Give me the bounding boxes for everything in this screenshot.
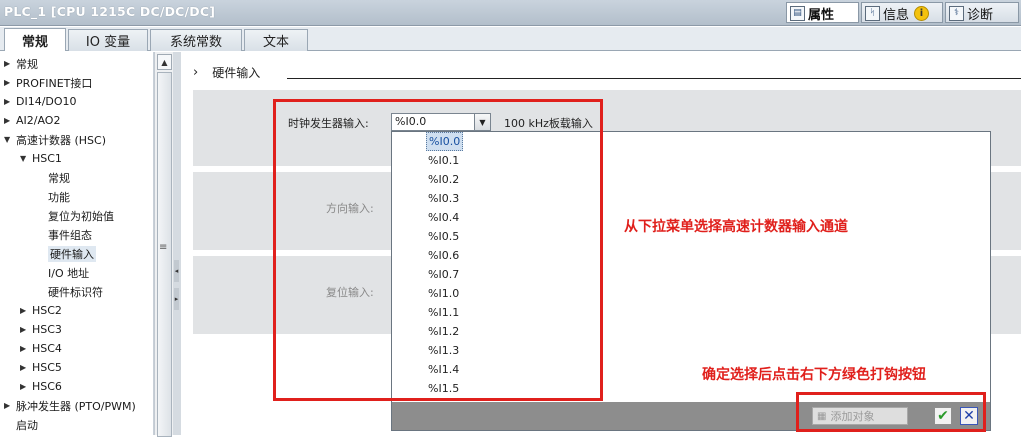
collapsed-icon[interactable]: ▶ (4, 78, 16, 87)
tree-item-label: HSC1 (32, 152, 62, 165)
collapse-left-icon[interactable]: ◂ (174, 260, 179, 282)
scroll-thumb[interactable] (157, 72, 172, 437)
scroll-up-icon[interactable]: ▲ (157, 54, 172, 70)
tree-item-label: HSC4 (32, 342, 62, 355)
navigation-tree: ▶ 常规 ▶ PROFINET接口 ▶ DI14/DO10 ▶ AI2/AO2 ▼ 高速计数器 (… (0, 52, 154, 435)
chevron-right-icon: › (193, 65, 199, 80)
tree-item[interactable]: ▶ HSC5 (20, 358, 62, 377)
grip-icon: ≡ (159, 242, 168, 253)
tree-item[interactable]: 启动 (4, 415, 38, 434)
info-badge-icon: i (914, 5, 930, 21)
tree-item-label: 功能 (48, 190, 70, 204)
tree-item[interactable]: ▶ 脉冲发生器 (PTO/PWM) (4, 396, 136, 415)
tab-diagnostics[interactable]: ⚕ 诊断 (945, 2, 1019, 23)
tree-item[interactable]: ▶ PROFINET接口 (4, 73, 92, 92)
tree-item-label: AI2/AO2 (16, 114, 61, 127)
tab-info-label: 信息 (883, 7, 910, 23)
tree-item-label: HSC6 (32, 380, 62, 393)
tree-item[interactable]: ▶ 常规 (4, 54, 38, 73)
tree-item-label: 常规 (16, 57, 38, 71)
tree-item[interactable]: ▶ AI2/AO2 (4, 111, 60, 130)
collapsed-icon[interactable]: ▶ (4, 97, 16, 106)
collapsed-icon[interactable]: ▶ (20, 306, 32, 315)
tree-item-label: 脉冲发生器 (PTO/PWM) (16, 399, 136, 413)
dropdown-hint-annotation: 从下拉菜单选择高速计数器输入通道 (624, 219, 848, 235)
tree-item-label: 复位为初始值 (48, 209, 114, 223)
tree-item-label: 高速计数器 (HSC) (16, 133, 107, 147)
tree-item-label: DI14/DO10 (16, 95, 77, 108)
dropdown-highlight-box (273, 99, 603, 401)
tree-item[interactable]: 事件组态 (36, 225, 92, 244)
tab-diagnostics-label: 诊断 (967, 7, 994, 23)
tree-item-label: HSC3 (32, 323, 62, 336)
section-title: 硬件输入 (212, 66, 261, 80)
tree-item[interactable]: ▶ HSC3 (20, 320, 62, 339)
tab-system-constants[interactable]: 系统常数 (150, 29, 242, 51)
tab-io-tags[interactable]: IO 变量 (68, 29, 148, 51)
expanded-icon[interactable]: ▼ (4, 135, 16, 144)
properties-icon: ▤ (790, 5, 805, 21)
tree-item[interactable]: 硬件输入 (36, 244, 96, 263)
tree-item-label: 硬件输入 (48, 245, 96, 262)
section-divider (287, 78, 1021, 79)
tab-info[interactable]: ᛋ 信息 i (861, 2, 943, 23)
tree-item[interactable]: ▶ DI14/DO10 (4, 92, 77, 111)
tree-item[interactable]: ▶ HSC2 (20, 301, 62, 320)
tree-item-label: HSC5 (32, 361, 62, 374)
tree-item-label: 常规 (48, 171, 70, 185)
tree-item[interactable]: ▶ HSC6 (20, 377, 62, 396)
confirm-highlight-box (796, 392, 986, 432)
tree-scrollbar[interactable]: ▲ ≡ (154, 52, 173, 437)
expanded-icon[interactable]: ▼ (20, 154, 32, 163)
tree-item-label: I/O 地址 (48, 266, 90, 280)
collapsed-icon[interactable]: ▶ (4, 401, 16, 410)
title-bar: PLC_1 [CPU 1215C DC/DC/DC] ▤ 属性 ᛋ 信息 i ⚕… (0, 0, 1021, 26)
diagnostics-icon: ⚕ (949, 5, 964, 21)
collapsed-icon[interactable]: ▶ (20, 325, 32, 334)
tree-item-label: 启动 (16, 418, 38, 432)
collapsed-icon[interactable]: ▶ (20, 344, 32, 353)
tab-texts[interactable]: 文本 (244, 29, 308, 51)
section-header[interactable]: › 硬件输入 (193, 64, 260, 81)
tree-item[interactable]: 硬件标识符 (36, 282, 103, 301)
info-icon: ᛋ (865, 5, 880, 21)
tree-item-label: 硬件标识符 (48, 285, 103, 299)
panel-splitter[interactable]: ◂ ▸ (173, 52, 181, 435)
collapsed-icon[interactable]: ▶ (20, 363, 32, 372)
collapsed-icon[interactable]: ▶ (20, 382, 32, 391)
tree-item-label: 事件组态 (48, 228, 92, 242)
tree-item[interactable]: I/O 地址 (36, 263, 89, 282)
tree-item[interactable]: ▼ HSC1 (20, 149, 62, 168)
tree-item[interactable]: 复位为初始值 (36, 206, 114, 225)
tree-item[interactable]: 功能 (36, 187, 70, 206)
confirm-hint-annotation: 确定选择后点击右下方绿色打钩按钮 (702, 367, 926, 383)
tab-properties-label: 属性 (808, 7, 835, 23)
tab-properties[interactable]: ▤ 属性 (786, 2, 859, 23)
collapsed-icon[interactable]: ▶ (4, 116, 16, 125)
tree-item[interactable]: ▶ HSC4 (20, 339, 62, 358)
collapsed-icon[interactable]: ▶ (4, 59, 16, 68)
tree-item-label: PROFINET接口 (16, 76, 93, 90)
expand-right-icon[interactable]: ▸ (174, 288, 179, 310)
property-tabs: 常规 IO 变量 系统常数 文本 (0, 27, 1021, 51)
window-title: PLC_1 [CPU 1215C DC/DC/DC] (4, 4, 216, 19)
tree-item[interactable]: 常规 (36, 168, 70, 187)
tree-item-label: HSC2 (32, 304, 62, 317)
tree-item[interactable]: ▼ 高速计数器 (HSC) (4, 130, 106, 149)
tab-general[interactable]: 常规 (4, 28, 66, 51)
